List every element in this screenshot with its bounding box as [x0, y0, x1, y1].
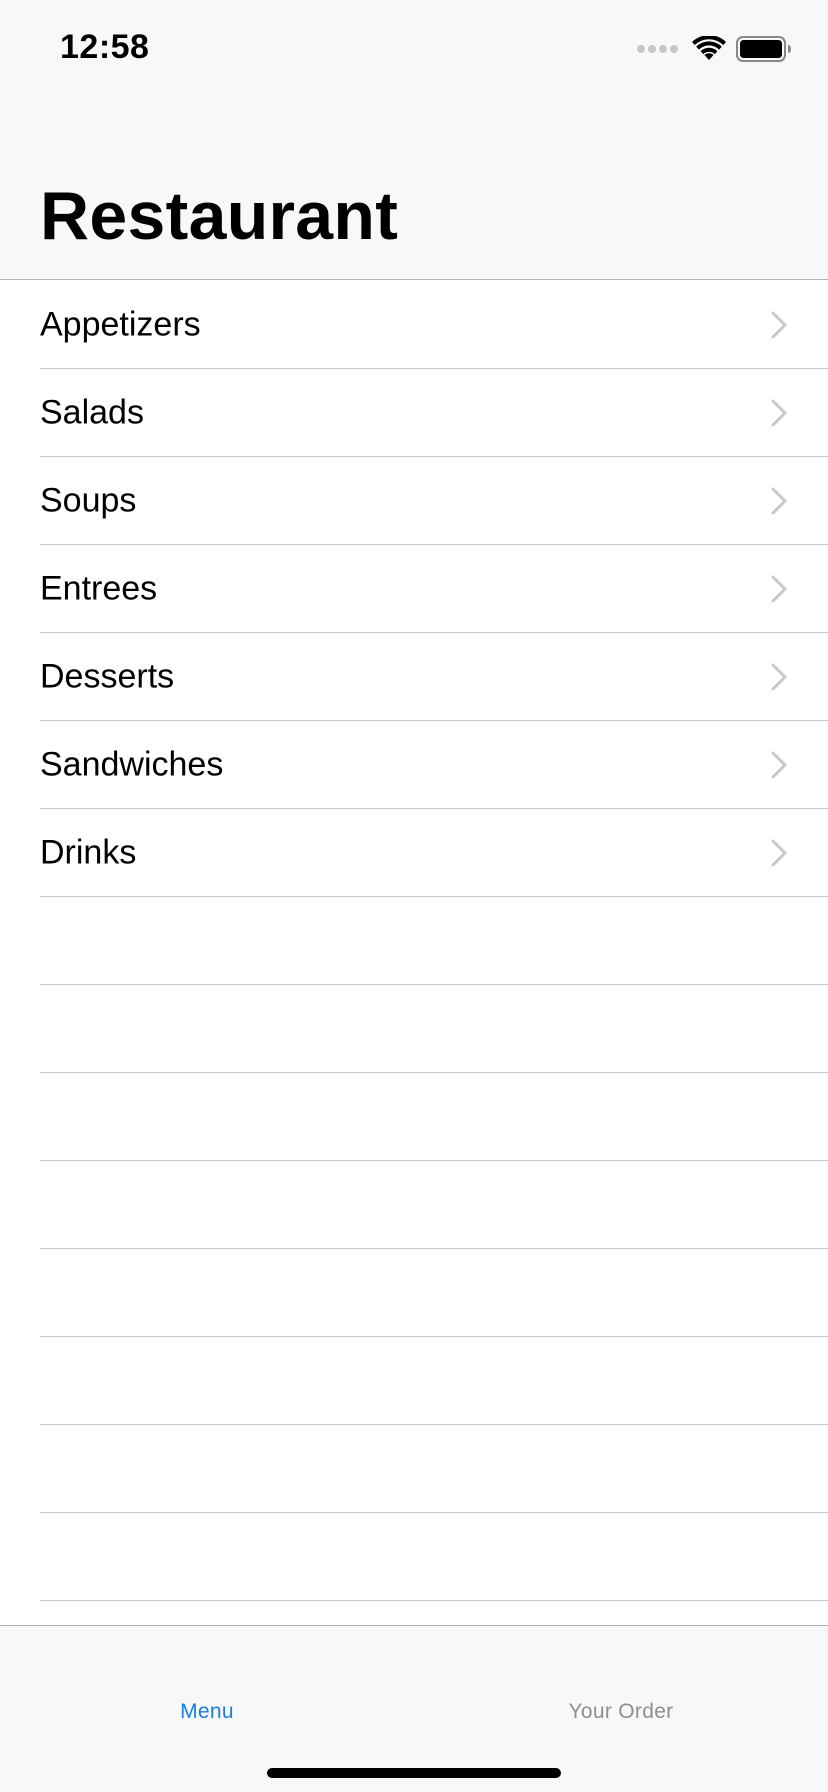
- chevron-right-icon: [771, 663, 787, 691]
- tab-bar: Menu Your Order: [0, 1625, 828, 1792]
- row-label: Salads: [40, 393, 144, 432]
- page-title: Restaurant: [40, 178, 399, 254]
- row-label: Desserts: [40, 657, 175, 696]
- chevron-right-icon: [771, 575, 787, 603]
- chevron-right-icon: [771, 751, 787, 779]
- empty-row: [0, 1161, 828, 1249]
- status-icons: [637, 34, 792, 64]
- signal-dots-icon: [637, 45, 678, 53]
- tab-menu[interactable]: Menu: [0, 1626, 414, 1724]
- empty-row: [0, 985, 828, 1073]
- table-row-appetizers[interactable]: Appetizers: [0, 281, 828, 369]
- battery-icon: [736, 36, 791, 62]
- table-row-entrees[interactable]: Entrees: [0, 545, 828, 633]
- chevron-right-icon: [771, 839, 787, 867]
- empty-row: [0, 1425, 828, 1513]
- tab-your-order-label: Your Order: [568, 1700, 674, 1723]
- home-indicator[interactable]: [267, 1768, 561, 1778]
- empty-row: [0, 897, 828, 985]
- row-label: Drinks: [40, 833, 137, 872]
- row-label: Sandwiches: [40, 745, 224, 784]
- table-row-drinks[interactable]: Drinks: [0, 809, 828, 897]
- table-row-sandwiches[interactable]: Sandwiches: [0, 721, 828, 809]
- status-time: 12:58: [60, 28, 150, 66]
- row-label: Appetizers: [40, 305, 201, 344]
- chevron-right-icon: [771, 399, 787, 427]
- row-label: Soups: [40, 481, 137, 520]
- empty-row: [0, 1513, 828, 1601]
- wifi-icon: [692, 36, 726, 60]
- table-row-soups[interactable]: Soups: [0, 457, 828, 545]
- table-row-salads[interactable]: Salads: [0, 369, 828, 457]
- empty-row: [0, 1337, 828, 1425]
- navigation-bar: 12:58 Restaurant: [0, 0, 828, 280]
- chevron-right-icon: [771, 487, 787, 515]
- chevron-right-icon: [771, 311, 787, 339]
- screen: 12:58 Restaurant Appetizers Salads Soups…: [0, 0, 828, 1792]
- empty-row: [0, 1249, 828, 1337]
- menu-table: Appetizers Salads Soups Entrees Desserts…: [0, 281, 828, 1601]
- tab-menu-label: Menu: [180, 1700, 234, 1723]
- tab-your-order[interactable]: Your Order: [414, 1626, 828, 1724]
- empty-row: [0, 1073, 828, 1161]
- table-row-desserts[interactable]: Desserts: [0, 633, 828, 721]
- row-label: Entrees: [40, 569, 158, 608]
